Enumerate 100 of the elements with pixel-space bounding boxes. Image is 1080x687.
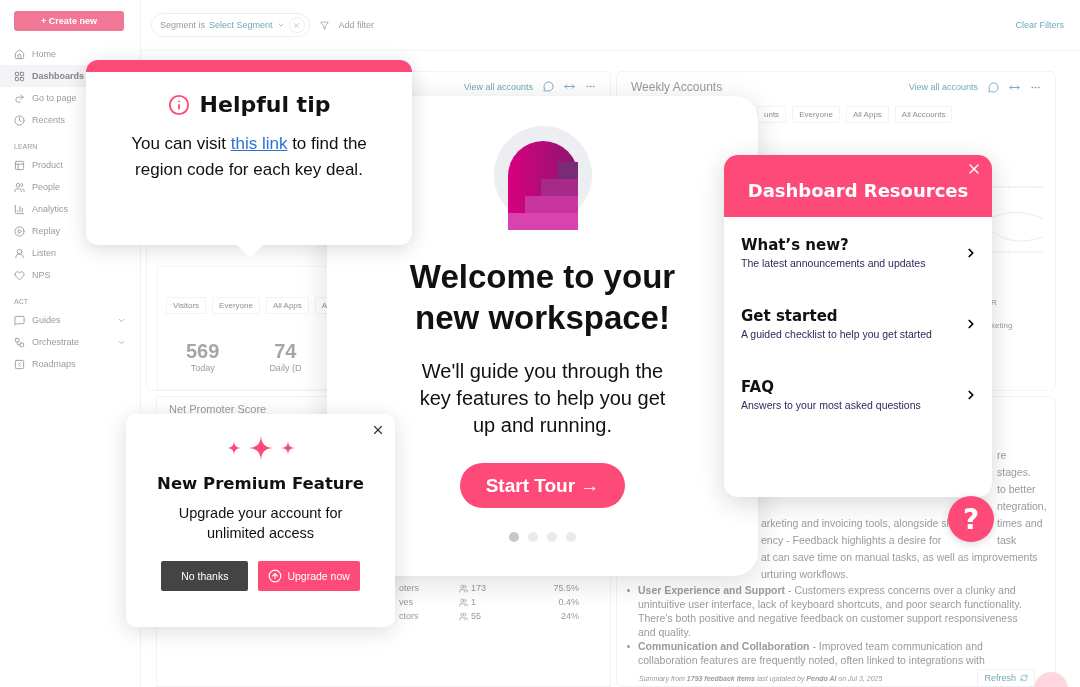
summary-text: urturing workflows. — [761, 567, 849, 582]
welcome-text: We'll guide you through the key features to help you get up and running. — [418, 359, 667, 438]
welcome-title: Welcome to your new workspace! — [408, 257, 677, 338]
help-button[interactable]: ? — [948, 496, 994, 542]
resource-item[interactable]: Get started A guided checklist to help you get started — [724, 288, 992, 359]
summary-text: ntegration, — [997, 499, 1047, 514]
stat-label: Today — [190, 363, 215, 374]
filter-chip[interactable]: All Apps — [845, 106, 889, 123]
square-chevron-icon — [14, 358, 25, 370]
step-dot[interactable] — [509, 532, 519, 542]
legend-text: R — [991, 298, 997, 307]
resource-title: Get started — [741, 307, 839, 325]
popup-title: New Premium Feature — [157, 474, 364, 493]
popup-text: Upgrade your account for unlimited access — [177, 504, 344, 543]
card-title: Net Promoter Score — [169, 403, 267, 415]
comment-icon[interactable] — [543, 81, 554, 93]
summary-text: User Experience and Support - Customers express concerns over a clunky and unintuitive user interface, lack of keyboard shortcuts, and poor search functionality. There's both positive and negative feedback on customer support responsiveness and quality. — [638, 583, 1023, 639]
table-cell: 55 — [459, 611, 519, 621]
start-tour-button[interactable]: Start Tour → — [459, 463, 626, 508]
filter-chip[interactable]: Everyone — [792, 106, 840, 123]
people-icon — [14, 181, 25, 193]
filter-chip[interactable]: Everyone — [212, 297, 260, 315]
filter-chip[interactable]: All Accounts — [894, 106, 953, 123]
people-icon — [459, 583, 468, 593]
nav-item[interactable]: Roadmaps — [0, 353, 140, 375]
stat-value: 74 — [274, 340, 297, 364]
redo-arrow-icon — [14, 92, 25, 104]
create-new-button[interactable]: + Create new — [14, 11, 124, 31]
table-cell-text: 0.4% — [557, 597, 579, 607]
nav-item[interactable]: NPS — [0, 264, 140, 286]
people-icon — [459, 597, 468, 607]
refresh-button[interactable]: Refresh — [977, 669, 1035, 687]
summary-text: arketing and invoicing tools, alongside sl — [761, 516, 949, 531]
heart-icon — [14, 269, 25, 281]
grid-icon — [14, 70, 25, 82]
chevron-down-icon — [276, 21, 285, 29]
bar-chart-icon — [14, 203, 25, 215]
workflow-icon — [14, 336, 25, 348]
bullet-icon — [627, 645, 630, 648]
nav-item[interactable]: Analytics — [0, 198, 140, 220]
card-title: Weekly Accounts — [631, 80, 724, 94]
nav-item[interactable]: Listen — [0, 242, 140, 264]
summary-text: times and — [997, 516, 1043, 531]
table-cell-text: 75.5% — [552, 583, 579, 593]
resource-subtitle: Answers to your most asked questions — [741, 399, 922, 411]
tip-title: Helpful tip — [199, 92, 331, 117]
stat-value: 569 — [186, 340, 220, 364]
clear-filters-link[interactable]: Clear Filters — [1015, 20, 1064, 30]
home-icon — [14, 48, 25, 60]
people-icon — [459, 611, 468, 621]
filter-chip[interactable]: All Apps — [265, 297, 309, 315]
refresh-icon — [1020, 674, 1028, 682]
summary-text: at can save time on manual tasks, as well as improvements — [761, 550, 1038, 565]
table-cell-text: ctors — [399, 611, 420, 621]
view-all-accounts-link[interactable]: View all accounts — [908, 82, 978, 92]
view-all-accounts-link[interactable]: View all accounts — [463, 81, 533, 92]
resource-subtitle: A guided checklist to help you get started — [741, 328, 933, 340]
resource-subtitle: The latest announcements and updates — [741, 257, 927, 269]
table-cell: 173 — [459, 583, 519, 593]
summary-text: re — [997, 448, 1007, 463]
legend-text: keting — [991, 321, 1013, 330]
person-icon — [14, 247, 25, 259]
clock-icon — [14, 114, 25, 126]
resource-item[interactable]: FAQ Answers to your most asked questions — [724, 359, 992, 430]
filter-icon — [319, 20, 329, 30]
nav-item[interactable]: Guides — [0, 309, 140, 331]
summary-text: task — [997, 533, 1017, 548]
dismiss-button[interactable]: No thanks — [161, 561, 249, 591]
summary-text: to better — [997, 482, 1036, 497]
filter-chip[interactable]: Visitors — [166, 297, 207, 315]
resource-title: What’s new? — [741, 236, 850, 254]
panel-icon — [14, 159, 25, 171]
close-icon — [293, 21, 301, 29]
resource-title: FAQ — [741, 378, 775, 396]
summary-text: ency - Feedback highlights a desire for — [761, 533, 942, 548]
nav-item[interactable]: Replay — [0, 220, 140, 242]
tip-link[interactable]: this link — [230, 134, 288, 153]
close-icon — [371, 423, 385, 437]
upgrade-button[interactable]: Upgrade now — [258, 561, 360, 591]
play-icon — [14, 225, 25, 237]
stat-label: Daily (D — [269, 363, 302, 374]
segment-value: Select Segment — [209, 20, 273, 30]
summary-text: Communication and Collaboration - Improved team communication and collaboration features are frequently noted, often linked to integrations with — [638, 639, 986, 667]
resource-item[interactable]: What’s new? The latest announcements and updates — [724, 217, 992, 288]
close-button[interactable] — [371, 423, 385, 437]
table-cell-text: ves — [399, 597, 414, 607]
bullet-icon — [627, 589, 630, 592]
info-icon — [167, 93, 190, 116]
table-cell-text: oters — [399, 583, 420, 593]
arrow-up-circle-icon — [268, 569, 283, 583]
nav-item[interactable]: Go to page — [0, 87, 140, 109]
nav-item[interactable]: Orchestrate — [0, 331, 140, 353]
panel-title: Dashboard Resources — [747, 179, 969, 201]
nav-item[interactable]: Home — [0, 43, 140, 65]
comment-icon[interactable] — [988, 81, 999, 93]
table-cell-text: 24% — [560, 611, 579, 621]
chat-icon — [14, 314, 25, 326]
add-filter-link[interactable]: Add filter — [338, 20, 375, 30]
nav-item[interactable]: Recents — [0, 109, 140, 131]
segment-label: Segment is — [160, 20, 206, 30]
